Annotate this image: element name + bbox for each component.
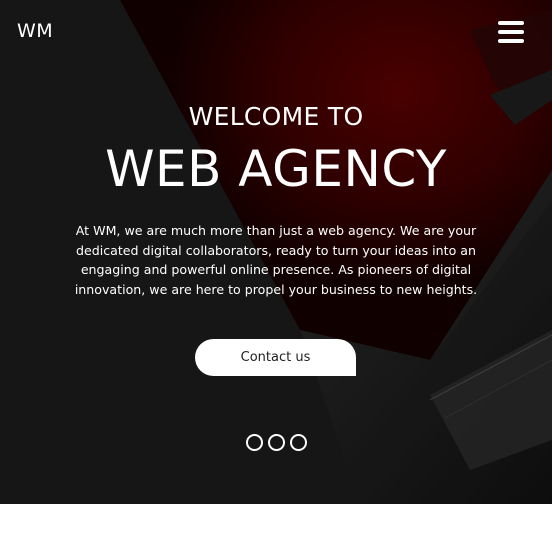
site-logo[interactable]: WM xyxy=(17,20,53,42)
menu-line xyxy=(498,39,524,43)
slide-dot-3[interactable] xyxy=(290,434,307,451)
menu-line xyxy=(498,30,524,34)
slide-dot-1[interactable] xyxy=(246,434,263,451)
contact-us-button[interactable]: Contact us xyxy=(195,339,356,376)
hero-section: WM WELCOME TO WEB AGENCY At WM, we are m… xyxy=(0,0,552,504)
slide-dot-2[interactable] xyxy=(268,434,285,451)
hero-title: WEB AGENCY xyxy=(105,140,447,198)
hamburger-menu-icon[interactable] xyxy=(498,20,524,44)
slider-pagination xyxy=(246,434,307,451)
hero-welcome-text: WELCOME TO xyxy=(188,102,364,131)
hero-description: At WM, we are much more than just a web … xyxy=(74,223,478,297)
menu-line xyxy=(498,21,524,25)
